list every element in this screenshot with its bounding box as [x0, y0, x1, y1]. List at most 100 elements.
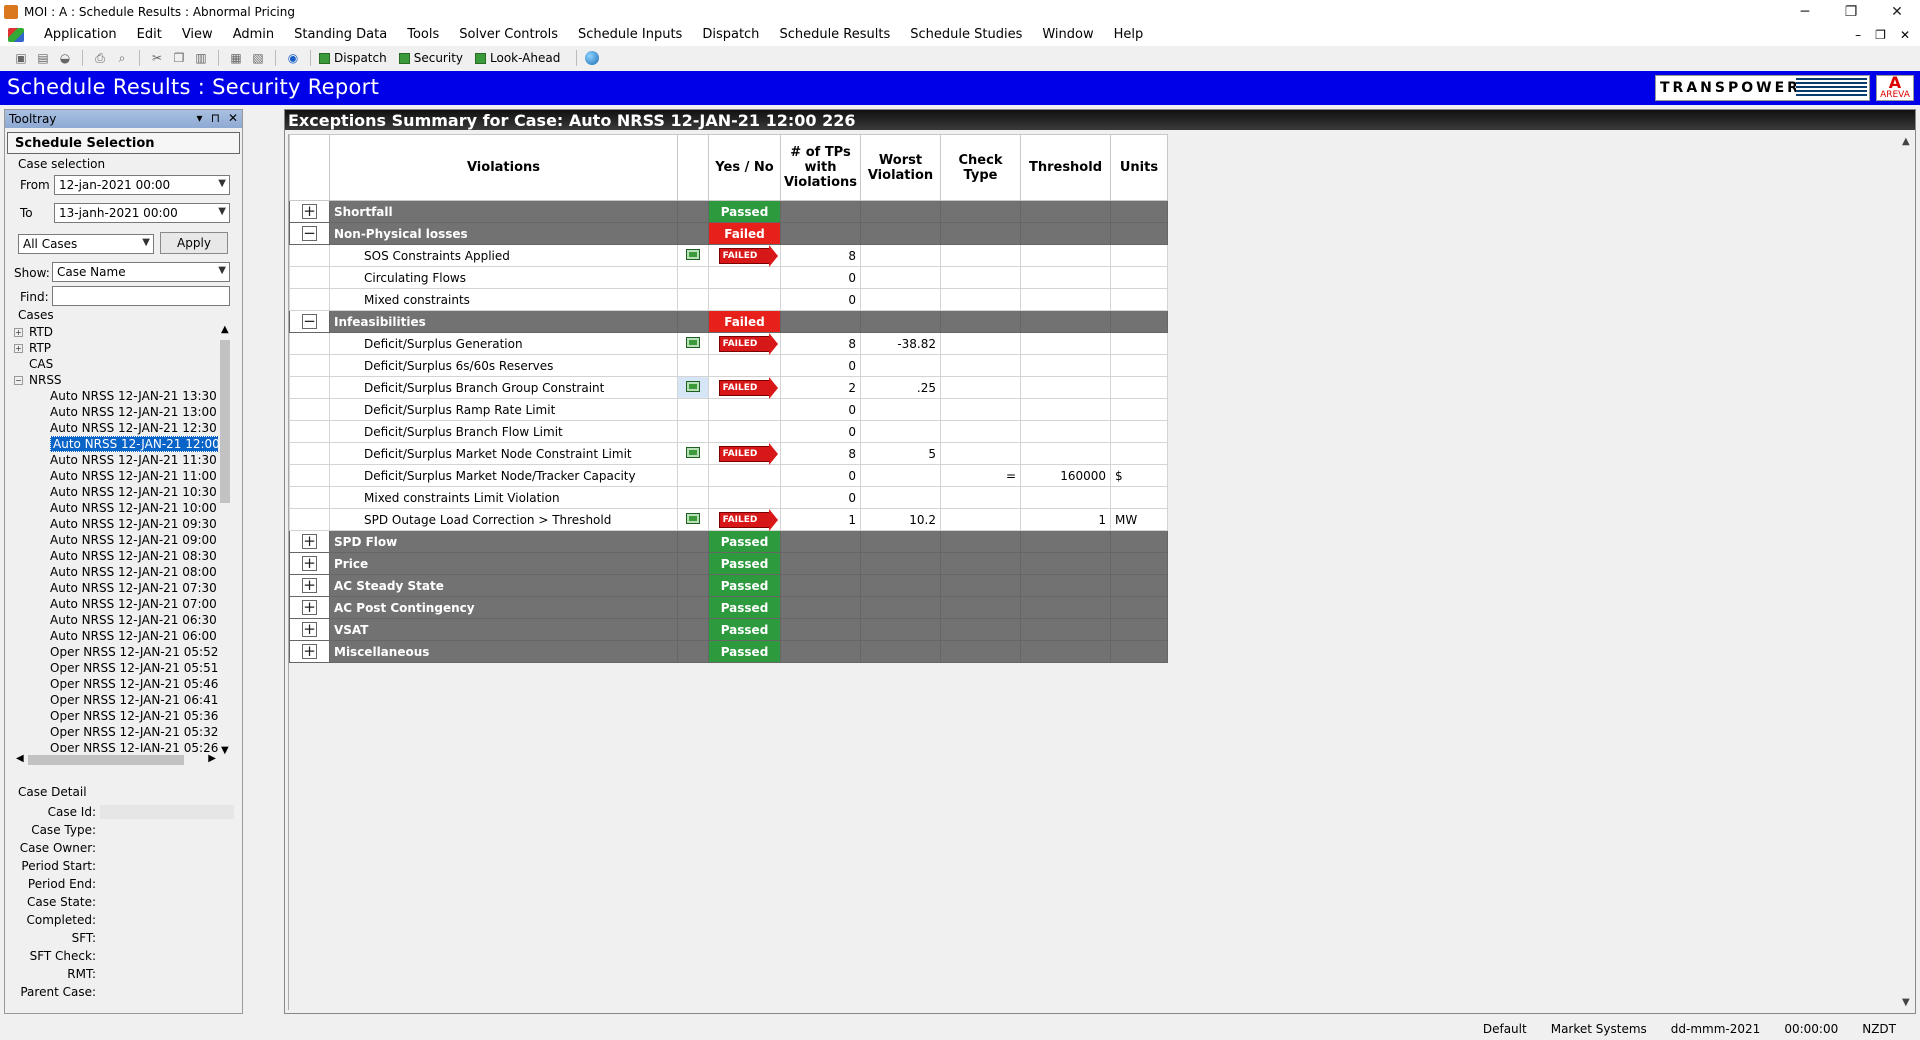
collapse-icon[interactable]: −: [302, 314, 317, 329]
tree-node-rtd[interactable]: + RTD: [14, 324, 218, 340]
violation-row[interactable]: Deficit/Surplus Market Node Constraint L…: [289, 442, 1168, 465]
menu-item-edit[interactable]: Edit: [127, 27, 172, 42]
violation-row[interactable]: SPD Outage Load Correction > Threshold FA…: [289, 508, 1168, 531]
tree-node-rtp[interactable]: + RTP: [14, 340, 218, 356]
chevron-down-icon[interactable]: ▼: [221, 745, 229, 756]
category-row[interactable]: + SPD Flow Passed: [289, 530, 1168, 553]
case-list-item[interactable]: Auto NRSS 12-JAN-21 11:30: [14, 452, 218, 468]
paste-icon[interactable]: ▥: [192, 49, 210, 67]
report-icon[interactable]: [686, 336, 700, 348]
apply-button[interactable]: Apply: [160, 232, 228, 254]
menu-item-schedule-studies[interactable]: Schedule Studies: [900, 27, 1032, 42]
new-document-icon[interactable]: ▤: [34, 49, 52, 67]
category-row[interactable]: + VSAT Passed: [289, 618, 1168, 641]
chevron-right-icon[interactable]: ▶: [208, 753, 216, 764]
case-list-item[interactable]: Auto NRSS 12-JAN-21 06:00: [14, 628, 218, 644]
main-vertical-scrollbar[interactable]: ▲ ▼: [1898, 134, 1914, 1010]
case-list-item[interactable]: Auto NRSS 12-JAN-21 06:30: [14, 612, 218, 628]
dropdown-icon[interactable]: ▾: [197, 111, 203, 125]
case-list-item[interactable]: Oper NRSS 12-JAN-21 05:52: [14, 644, 218, 660]
cut-icon[interactable]: ✂: [148, 49, 166, 67]
menu-item-view[interactable]: View: [172, 27, 223, 42]
menu-item-schedule-inputs[interactable]: Schedule Inputs: [568, 27, 692, 42]
category-row[interactable]: + Miscellaneous Passed: [289, 640, 1168, 663]
case-list-item[interactable]: Oper NRSS 12-JAN-21 05:46: [14, 676, 218, 692]
violations-column-header[interactable]: Violations: [329, 134, 678, 201]
case-list-item[interactable]: Auto NRSS 12-JAN-21 13:00: [14, 404, 218, 420]
open-icon[interactable]: ◒: [56, 49, 74, 67]
case-list-item[interactable]: Auto NRSS 12-JAN-21 08:00: [14, 564, 218, 580]
case-list-item[interactable]: Auto NRSS 12-JAN-21 09:30: [14, 516, 218, 532]
category-row[interactable]: − Non-Physical losses Failed: [289, 222, 1168, 245]
report-icon[interactable]: [686, 446, 700, 458]
menu-item-window[interactable]: Window: [1032, 27, 1103, 42]
app-menu-icon[interactable]: [8, 27, 24, 42]
case-list-item[interactable]: Oper NRSS 12-JAN-21 05:36: [14, 708, 218, 724]
report-icon[interactable]: [686, 380, 700, 392]
pin-icon[interactable]: ⊓: [211, 111, 220, 125]
violation-row[interactable]: Deficit/Surplus Branch Group Constraint F…: [289, 376, 1168, 399]
to-date-field[interactable]: 13-janh-2021 00:00 ▼: [54, 203, 230, 223]
violation-row[interactable]: Deficit/Surplus Generation FAILED 8 -38.82: [289, 332, 1168, 355]
case-list-item[interactable]: Auto NRSS 12-JAN-21 08:30: [14, 548, 218, 564]
expand-icon[interactable]: +: [14, 343, 23, 353]
globe-icon[interactable]: [585, 51, 600, 65]
expand-icon[interactable]: +: [302, 534, 317, 549]
violation-row[interactable]: Mixed constraints Limit Violation 0: [289, 486, 1168, 509]
restore-icon[interactable]: ❐: [1828, 0, 1874, 23]
case-list-item[interactable]: Auto NRSS 12-JAN-21 13:30: [14, 388, 218, 404]
category-row[interactable]: + Price Passed: [289, 552, 1168, 575]
case-list-item[interactable]: Auto NRSS 12-JAN-21 07:30: [14, 580, 218, 596]
chevron-left-icon[interactable]: ◀: [16, 753, 24, 764]
violation-row[interactable]: Deficit/Surplus Market Node/Tracker Capa…: [289, 464, 1168, 487]
tree-node-cas[interactable]: CAS: [14, 356, 218, 372]
dispatch-toolbar-button[interactable]: Dispatch: [319, 51, 387, 65]
category-row[interactable]: + AC Post Contingency Passed: [289, 596, 1168, 619]
category-row[interactable]: + AC Steady State Passed: [289, 574, 1168, 597]
case-list-item[interactable]: Oper NRSS 12-JAN-21 05:26: [14, 740, 218, 752]
menu-item-standing-data[interactable]: Standing Data: [284, 27, 397, 42]
violation-row[interactable]: SOS Constraints Applied FAILED 8: [289, 244, 1168, 267]
units-column-header[interactable]: Units: [1110, 134, 1168, 201]
category-row[interactable]: + Shortfall Passed: [289, 200, 1168, 223]
case-tree[interactable]: + RTD + RTP CAS − NRSS Auto NRSS 12-JAN-21 13:3…: [14, 324, 218, 752]
expand-icon[interactable]: +: [302, 204, 317, 219]
security-toolbar-button[interactable]: Security: [398, 51, 463, 65]
schedule-selection-header[interactable]: Schedule Selection: [7, 132, 240, 154]
menu-item-application[interactable]: Application: [34, 27, 127, 42]
report-icon[interactable]: [686, 512, 700, 524]
menu-item-solver-controls[interactable]: Solver Controls: [449, 27, 568, 42]
violation-row[interactable]: Mixed constraints 0: [289, 288, 1168, 311]
table-icon[interactable]: ▧: [249, 49, 267, 67]
print-icon[interactable]: ⎙: [91, 49, 109, 67]
tree-node-nrss[interactable]: − NRSS: [14, 372, 218, 388]
close-icon[interactable]: ✕: [228, 111, 238, 125]
worst-violation-column-header[interactable]: Worst Violation: [860, 134, 941, 201]
case-tree-vertical-scrollbar[interactable]: ▲ ▼: [218, 324, 232, 756]
case-list-item[interactable]: Oper NRSS 12-JAN-21 05:32: [14, 724, 218, 740]
violation-row[interactable]: Deficit/Surplus Ramp Rate Limit 0: [289, 398, 1168, 421]
collapse-icon[interactable]: −: [14, 375, 23, 385]
scrollbar-thumb[interactable]: [220, 340, 230, 503]
check-type-column-header[interactable]: Check Type: [940, 134, 1021, 201]
case-list-item[interactable]: Auto NRSS 12-JAN-21 12:30: [14, 420, 218, 436]
case-list-item[interactable]: Auto NRSS 12-JAN-21 11:00: [14, 468, 218, 484]
chevron-down-icon[interactable]: ▼: [1902, 997, 1910, 1008]
violation-row[interactable]: Deficit/Surplus 6s/60s Reserves 0: [289, 354, 1168, 377]
scrollbar-thumb[interactable]: [28, 755, 184, 765]
mdi-close-icon[interactable]: ✕: [1900, 28, 1910, 42]
case-list-item[interactable]: Auto NRSS 12-JAN-21 10:30: [14, 484, 218, 500]
menu-item-admin[interactable]: Admin: [223, 27, 284, 42]
show-select[interactable]: Case Name ▼: [52, 262, 230, 282]
expand-icon[interactable]: +: [302, 622, 317, 637]
yesno-column-header[interactable]: Yes / No: [708, 134, 781, 201]
menu-item-tools[interactable]: Tools: [397, 27, 449, 42]
close-icon[interactable]: ✕: [1874, 0, 1920, 23]
mdi-minimize-icon[interactable]: –: [1855, 28, 1861, 42]
violation-row[interactable]: Deficit/Surplus Branch Flow Limit 0: [289, 420, 1168, 443]
expand-icon[interactable]: +: [14, 327, 23, 337]
chevron-up-icon[interactable]: ▲: [221, 324, 229, 335]
from-date-field[interactable]: 12-jan-2021 00:00 ▼: [54, 175, 230, 195]
expand-icon[interactable]: +: [302, 578, 317, 593]
mdi-restore-icon[interactable]: ❐: [1875, 28, 1886, 42]
